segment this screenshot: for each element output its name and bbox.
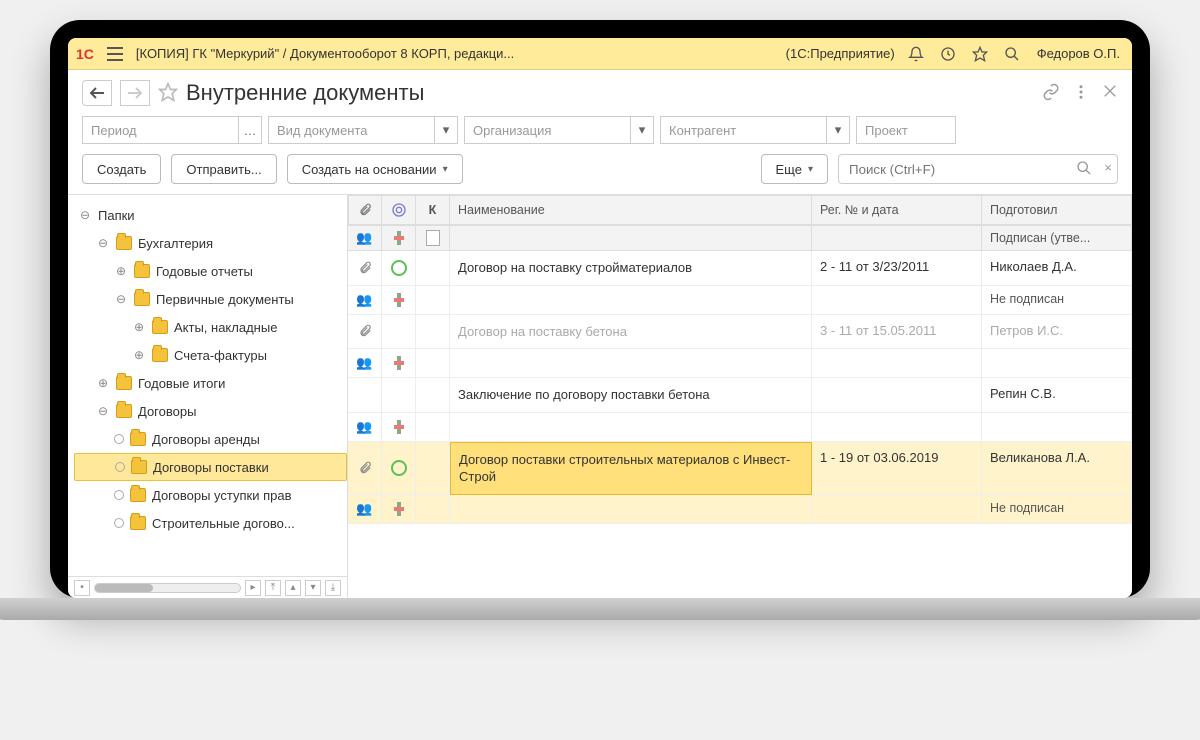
folder-icon — [116, 376, 132, 390]
page-header: Внутренние документы — [68, 70, 1132, 112]
filter-period[interactable]: Период … — [82, 116, 262, 144]
folder-icon — [116, 236, 132, 250]
tree-item[interactable]: ⊕Счета-фактуры — [74, 341, 347, 369]
create-based-on-button[interactable]: Создать на основании▾ — [287, 154, 463, 184]
folder-tree-panel: ⊖Папки⊖Бухгалтерия⊕Годовые отчеты⊖Первич… — [68, 195, 348, 598]
tree-item[interactable]: Договоры поставки — [74, 453, 347, 481]
expand-down-icon[interactable]: ⤓ — [325, 580, 341, 596]
table-row[interactable]: Заключение по договору поставки бетонаРе… — [348, 378, 1132, 413]
tree-root[interactable]: ⊖Папки — [74, 201, 347, 229]
search-icon[interactable] — [1076, 160, 1092, 179]
col-category[interactable]: К — [416, 195, 450, 225]
folder-icon — [152, 320, 168, 334]
laptop-frame: 1C [КОПИЯ] ГК "Меркурий" / Документообор… — [50, 20, 1150, 598]
folder-icon — [131, 460, 147, 474]
page-title: Внутренние документы — [186, 80, 1034, 106]
window-title: [КОПИЯ] ГК "Меркурий" / Документооборот … — [136, 46, 776, 61]
tree-item[interactable]: ⊖Первичные документы — [74, 285, 347, 313]
folder-icon — [134, 292, 150, 306]
filter-doc-type[interactable]: Вид документа ▾ — [268, 116, 458, 144]
ellipsis-icon[interactable]: … — [239, 123, 261, 138]
nav-dot[interactable]: • — [74, 580, 90, 596]
platform-label: (1С:Предприятие) — [786, 46, 895, 61]
filter-counterparty[interactable]: Контрагент ▾ — [660, 116, 850, 144]
folder-icon — [116, 404, 132, 418]
chevron-down-icon[interactable]: ▾ — [827, 122, 849, 138]
table-row[interactable]: Договор на поставку стройматериалов2 - 1… — [348, 251, 1132, 286]
table-row-sub[interactable]: 👥Не подписан — [348, 495, 1132, 524]
close-icon[interactable] — [1102, 83, 1118, 104]
col-route[interactable] — [382, 225, 416, 251]
nav-right-icon[interactable]: ▸ — [245, 580, 261, 596]
filter-bar: Период … Вид документа ▾ Организация ▾ К… — [68, 112, 1132, 148]
tree-item[interactable]: ⊕Годовые итоги — [74, 369, 347, 397]
app-logo: 1C — [76, 46, 94, 62]
link-icon[interactable] — [1042, 83, 1060, 104]
tree-item[interactable]: Договоры аренды — [74, 425, 347, 453]
tree-item[interactable]: ⊕Акты, накладные — [74, 313, 347, 341]
filter-organization[interactable]: Организация ▾ — [464, 116, 654, 144]
more-button[interactable]: Еще▾ — [761, 154, 828, 184]
folder-icon — [152, 348, 168, 362]
star-icon[interactable] — [969, 43, 991, 65]
kebab-icon[interactable] — [1072, 83, 1090, 104]
nav-back-button[interactable] — [82, 80, 112, 106]
bell-icon[interactable] — [905, 43, 927, 65]
favorite-icon[interactable] — [158, 82, 178, 105]
search-icon[interactable] — [1001, 43, 1023, 65]
tree-item[interactable]: Договоры уступки прав — [74, 481, 347, 509]
app-window: 1C [КОПИЯ] ГК "Меркурий" / Документообор… — [68, 38, 1132, 598]
tree-item[interactable]: ⊖Договоры — [74, 397, 347, 425]
search-input[interactable]: × — [838, 154, 1118, 184]
folder-tree: ⊖Папки⊖Бухгалтерия⊕Годовые отчеты⊖Первич… — [68, 195, 347, 576]
tree-item[interactable]: ⊖Бухгалтерия — [74, 229, 347, 257]
command-bar: Создать Отправить... Создать на основани… — [68, 148, 1132, 194]
document-table: К Наименование Рег. № и дата Подготовил … — [348, 195, 1132, 598]
menu-icon[interactable] — [104, 43, 126, 65]
col-attachment[interactable] — [348, 195, 382, 225]
col-people[interactable]: 👥 — [348, 225, 382, 251]
table-row[interactable]: Договор поставки строительных материалов… — [348, 442, 1132, 495]
create-button[interactable]: Создать — [82, 154, 161, 184]
folder-icon — [134, 264, 150, 278]
folder-icon — [130, 516, 146, 530]
folder-icon — [130, 488, 146, 502]
tree-item[interactable]: ⊕Годовые отчеты — [74, 257, 347, 285]
send-button[interactable]: Отправить... — [171, 154, 276, 184]
chevron-down-icon[interactable]: ▾ — [435, 122, 457, 138]
table-row[interactable]: Договор на поставку бетона3 - 11 от 15.0… — [348, 315, 1132, 350]
col-author[interactable]: Подготовил — [982, 195, 1132, 225]
table-row-sub[interactable]: 👥 — [348, 349, 1132, 378]
col-stamp[interactable] — [382, 195, 416, 225]
down-icon[interactable]: ▾ — [305, 580, 321, 596]
user-name[interactable]: Федоров О.П. — [1033, 46, 1124, 61]
col-doc[interactable] — [416, 225, 450, 251]
table-row-sub[interactable]: 👥 — [348, 413, 1132, 442]
tree-nav-footer: • ▸ ⤒ ▴ ▾ ⤓ — [68, 576, 347, 598]
chevron-down-icon[interactable]: ▾ — [631, 122, 653, 138]
history-icon[interactable] — [937, 43, 959, 65]
col-signed[interactable]: Подписан (утве... — [982, 225, 1132, 251]
folder-icon — [130, 432, 146, 446]
up-icon[interactable]: ▴ — [285, 580, 301, 596]
nav-forward-button[interactable] — [120, 80, 150, 106]
table-row-sub[interactable]: 👥Не подписан — [348, 286, 1132, 315]
col-name[interactable]: Наименование — [450, 195, 812, 225]
titlebar: 1C [КОПИЯ] ГК "Меркурий" / Документообор… — [68, 38, 1132, 70]
col-reg[interactable]: Рег. № и дата — [812, 195, 982, 225]
tree-item[interactable]: Строительные догово... — [74, 509, 347, 537]
collapse-up-icon[interactable]: ⤒ — [265, 580, 281, 596]
filter-project[interactable]: Проект — [856, 116, 956, 144]
horizontal-scrollbar[interactable] — [94, 583, 241, 593]
clear-icon[interactable]: × — [1104, 160, 1112, 175]
